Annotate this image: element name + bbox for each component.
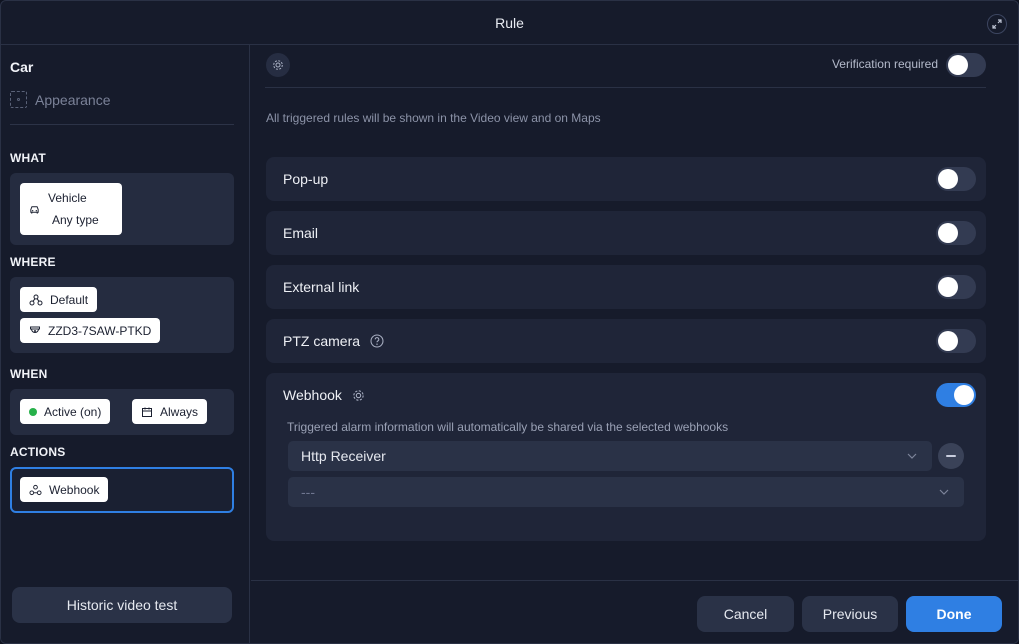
appearance-item[interactable]: Appearance [10,91,111,108]
camera-label: ZZD3-7SAW-PTKD [48,323,152,338]
calendar-icon [142,407,152,417]
zone-chip[interactable]: Default [20,287,98,312]
where-label: WHERE [10,255,56,269]
when-box[interactable]: Active (on) Always [10,389,234,435]
vehicle-type: Any type [52,213,99,227]
chevron-down-icon [939,489,949,495]
schedule-label: Always [160,404,199,419]
webhook-description: Triggered alarm information will automat… [287,420,729,434]
appearance-icon [10,91,27,108]
sidebar-divider [10,124,234,125]
email-label: Email [283,225,319,241]
webhook-chip[interactable]: Webhook [20,477,109,502]
what-label: WHAT [10,151,46,165]
car-icon [30,206,39,214]
info-text: All triggered rules will be shown in the… [266,111,601,125]
active-chip[interactable]: Active (on) [20,399,111,424]
previous-button[interactable]: Previous [802,596,898,632]
external-link-label: External link [283,279,360,295]
verification-label: Verification required [831,57,938,71]
email-toggle[interactable] [936,221,976,245]
popup-row: Pop-up [266,157,986,201]
footer: Cancel Previous Done [251,580,1018,643]
active-label: Active (on) [44,404,102,419]
ptz-camera-label: PTZ camera [283,333,361,349]
actions-label: ACTIONS [10,445,66,459]
where-box[interactable]: Default ZZD3-7SAW-PTKD [10,277,234,353]
schedule-chip[interactable]: Always [132,399,208,424]
network-icon [29,294,43,305]
what-box[interactable]: Vehicle Any type [10,173,234,245]
webhook-settings-gear-icon[interactable] [352,389,365,402]
webhook-toggle[interactable] [936,383,976,407]
cancel-button[interactable]: Cancel [697,596,794,632]
historic-video-test-button[interactable]: Historic video test [12,587,232,623]
popup-label: Pop-up [283,171,329,187]
main-panel: Verification required All triggered rule… [251,45,1018,580]
popup-toggle[interactable] [936,167,976,191]
verification-toggle[interactable] [946,53,986,77]
webhook-chip-label: Webhook [49,482,100,497]
dome-camera-icon [30,326,40,333]
ptz-camera-row: PTZ camera [266,319,986,363]
camera-chip[interactable]: ZZD3-7SAW-PTKD [20,318,161,343]
sidebar: Car Appearance WHAT Vehicle Any type WHE… [1,45,250,643]
zone-label: Default [50,292,89,307]
rule-dialog: Rule Car Appearance WHAT Vehicle Any typ… [0,0,1019,644]
when-label: WHEN [10,367,48,381]
webhook-receiver-value: Http Receiver [301,448,386,464]
settings-gear-icon[interactable] [266,53,290,77]
vehicle-label: Vehicle [48,191,87,205]
chevron-down-icon [907,453,917,459]
webhook-icon [29,484,42,495]
title-bar: Rule [1,1,1018,45]
vehicle-chip[interactable]: Vehicle Any type [20,183,122,235]
webhook-add-placeholder: --- [301,484,315,500]
expand-icon[interactable] [987,14,1007,34]
active-status-dot [29,407,37,416]
webhook-card: Webhook Triggered alarm information will… [266,373,986,541]
email-row: Email [266,211,986,255]
object-title: Car [10,59,34,75]
dialog-title: Rule [495,14,524,31]
header-divider [265,87,986,88]
external-link-row: External link [266,265,986,309]
external-link-toggle[interactable] [936,275,976,299]
question-circle-icon[interactable] [370,334,384,348]
done-button[interactable]: Done [906,596,1002,632]
webhook-label: Webhook [283,387,342,403]
ptz-camera-toggle[interactable] [936,329,976,353]
remove-receiver-button[interactable] [938,443,964,469]
webhook-add-select[interactable]: --- [288,477,964,507]
actions-box[interactable]: Webhook [10,467,234,513]
webhook-receiver-select[interactable]: Http Receiver [288,441,932,471]
appearance-label: Appearance [35,91,111,108]
